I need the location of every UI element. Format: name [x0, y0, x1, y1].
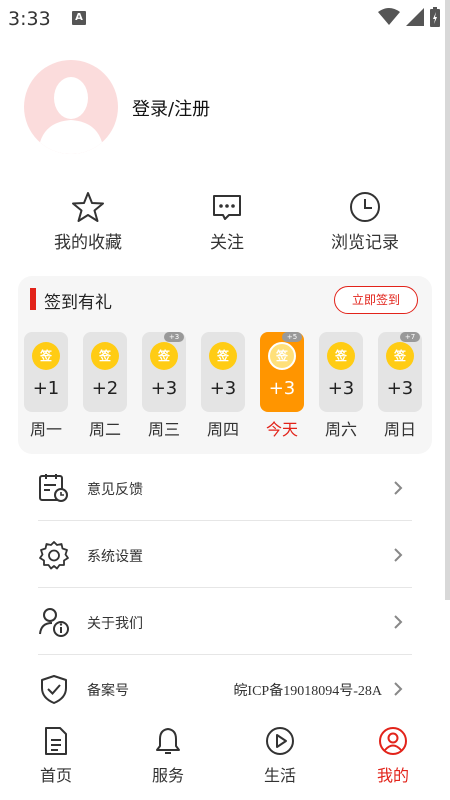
day-label: 周四 [206, 420, 239, 439]
battery-icon [430, 7, 440, 27]
tab-label: 首页 [39, 766, 72, 785]
coin-icon: 签 [150, 342, 178, 370]
play-icon [266, 727, 294, 755]
clock-icon [350, 192, 380, 222]
day-label: 周三 [147, 420, 180, 439]
day-points: +3 [150, 378, 178, 399]
day-monday[interactable]: 签 +1 周一 [24, 332, 68, 440]
day-saturday[interactable]: 签 +3 周六 [319, 332, 363, 440]
day-thursday[interactable]: 签 +3 周四 [201, 332, 245, 440]
menu-label: 意见反馈 [87, 482, 143, 498]
coin-icon: 签 [32, 342, 60, 370]
signin-card: 签到有礼 立即签到 签 +1 周一 签 +2 周二 +3 签 +3 周三 签 +… [18, 276, 432, 454]
chat-icon [213, 195, 241, 220]
signin-days: 签 +1 周一 签 +2 周二 +3 签 +3 周三 签 +3 周四 +5 签 … [24, 332, 434, 442]
chevron-right-icon [394, 682, 403, 696]
scrollbar[interactable] [445, 0, 450, 600]
day-box: +7 签 +3 [378, 332, 422, 412]
tab-life[interactable]: 生活 [240, 726, 320, 786]
day-wednesday[interactable]: +3 签 +3 周三 [142, 332, 186, 440]
day-box: 签 +3 [319, 332, 363, 412]
day-tuesday[interactable]: 签 +2 周二 [83, 332, 127, 440]
day-box: 签 +2 [83, 332, 127, 412]
notification-badge-icon: A [72, 11, 86, 25]
day-label: 周一 [29, 420, 62, 439]
bonus-badge: +7 [400, 332, 420, 342]
user-circle-icon [379, 727, 407, 755]
shield-check-icon [41, 675, 67, 704]
settings-menu: 意见反馈 系统设置 关于我们 备案号 皖ICP备19018094号-28A [38, 454, 412, 722]
tab-home[interactable]: 首页 [16, 726, 96, 786]
day-label: 周二 [88, 420, 121, 439]
bottom-nav: 首页 服务 生活 我的 [0, 720, 450, 800]
chevron-right-icon [394, 481, 403, 495]
history-button[interactable]: 浏览记录 [305, 190, 425, 253]
day-today[interactable]: +5 签 +3 今天 [260, 332, 304, 440]
signin-now-button[interactable]: 立即签到 [334, 286, 418, 314]
menu-item-about[interactable]: 关于我们 [38, 588, 412, 655]
default-avatar-icon [38, 77, 104, 154]
menu-item-icp[interactable]: 备案号 皖ICP备19018094号-28A [38, 655, 412, 722]
tab-mine[interactable]: 我的 [353, 726, 433, 786]
menu-item-settings[interactable]: 系统设置 [38, 521, 412, 588]
signin-title: 签到有礼 [44, 293, 112, 313]
coin-icon: 签 [268, 342, 296, 370]
tab-label: 我的 [376, 766, 409, 785]
bonus-badge: +5 [282, 332, 302, 342]
user-info-icon [39, 608, 69, 637]
favorites-label: 我的收藏 [54, 233, 122, 253]
menu-item-feedback[interactable]: 意见反馈 [38, 454, 412, 521]
wifi-icon [378, 8, 400, 25]
history-label: 浏览记录 [331, 233, 399, 253]
bell-icon [156, 728, 180, 754]
day-box: +3 签 +3 [142, 332, 186, 412]
follow-label: 关注 [210, 233, 244, 253]
login-register-link[interactable]: 登录/注册 [132, 95, 210, 121]
status-icons [378, 7, 440, 27]
day-points: +3 [209, 378, 237, 399]
day-box: 签 +3 [201, 332, 245, 412]
day-box: 签 +1 [24, 332, 68, 412]
coin-icon: 签 [327, 342, 355, 370]
title-accent-bar [30, 288, 36, 310]
coin-icon: 签 [91, 342, 119, 370]
menu-label: 关于我们 [87, 616, 143, 632]
day-sunday[interactable]: +7 签 +3 周日 [378, 332, 422, 440]
tab-services[interactable]: 服务 [128, 726, 208, 786]
day-label: 周六 [324, 420, 357, 439]
menu-label: 备案号 [87, 683, 129, 699]
day-points: +3 [327, 378, 355, 399]
chevron-right-icon [394, 548, 403, 562]
coin-icon: 签 [386, 342, 414, 370]
chevron-right-icon [394, 615, 403, 629]
icp-number: 皖ICP备19018094号-28A [233, 684, 382, 699]
day-points: +3 [386, 378, 414, 399]
status-bar: 3:33 A [0, 0, 450, 36]
day-points: +2 [91, 378, 119, 399]
day-box-today: +5 签 +3 [260, 332, 304, 412]
day-points: +1 [32, 378, 60, 399]
gear-icon [39, 541, 69, 570]
favorites-button[interactable]: 我的收藏 [28, 190, 148, 253]
day-label-today: 今天 [265, 420, 298, 439]
bonus-badge: +3 [164, 332, 184, 342]
document-icon [45, 727, 67, 755]
tab-label: 服务 [151, 766, 184, 785]
feedback-calendar-icon [39, 474, 68, 502]
star-icon [72, 192, 104, 222]
avatar[interactable] [24, 60, 118, 154]
day-points: +3 [268, 378, 296, 399]
coin-icon: 签 [209, 342, 237, 370]
menu-label: 系统设置 [87, 549, 143, 565]
signal-icon [406, 8, 424, 26]
tab-label: 生活 [263, 766, 296, 785]
status-time: 3:33 [8, 8, 51, 30]
day-label: 周日 [383, 420, 416, 439]
quick-actions: 我的收藏 关注 浏览记录 [0, 190, 450, 260]
follow-button[interactable]: 关注 [167, 190, 287, 253]
